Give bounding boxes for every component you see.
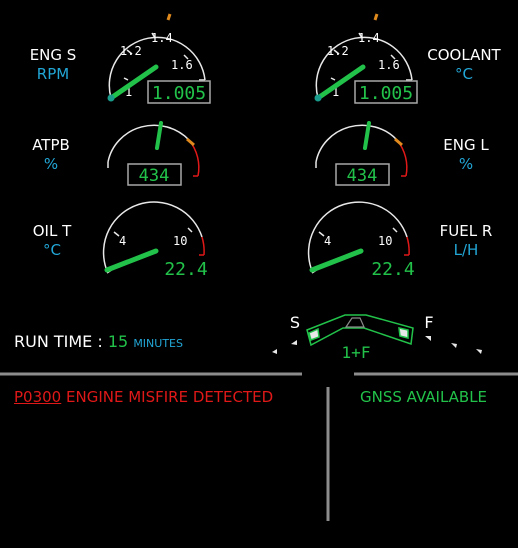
trim-readout: 1+F xyxy=(342,343,371,362)
gnss-status: GNSS AVAILABLE xyxy=(360,388,488,406)
fuel-r-unit: L/H xyxy=(453,241,479,259)
coolant-needle-hub xyxy=(314,94,322,102)
coolant-tick-1-4: 1.4 xyxy=(358,31,380,45)
coolant-readout: 1.005 xyxy=(359,83,413,104)
atpb-readout: 434 xyxy=(139,166,170,186)
eng-s-tick-1-6: 1.6 xyxy=(171,58,193,72)
run-time-value: 15 xyxy=(107,332,129,351)
alert-code-link[interactable]: P0300 xyxy=(14,388,61,406)
trim-right-flap xyxy=(398,327,409,339)
oil-t-gauge: 4 10 22.4 xyxy=(102,201,208,280)
eng-s-tick-1-4: 1.4 xyxy=(151,31,173,45)
fuel-r-tick-10: 10 xyxy=(378,234,392,248)
eng-l-unit: % xyxy=(458,155,474,173)
trim-tick-3 xyxy=(425,336,431,341)
oil-t-unit: °C xyxy=(43,241,61,259)
oil-t-readout: 22.4 xyxy=(164,259,207,280)
coolant-needle xyxy=(315,64,366,101)
trim-tick-4 xyxy=(451,343,457,348)
fuel-r-gauge: 4 10 22.4 xyxy=(307,201,415,280)
eng-l-gauge: 434 xyxy=(315,121,408,186)
trim-tick-5 xyxy=(476,349,482,354)
atpb-caution-mark xyxy=(186,137,195,147)
trim-left-flap xyxy=(308,327,320,341)
eng-l-title: ENG L xyxy=(443,136,489,154)
eng-s-tick-1-2: 1.2 xyxy=(120,44,142,58)
eng-s-readout: 1.005 xyxy=(152,83,206,104)
oil-t-tick-10: 10 xyxy=(173,234,187,248)
eng-s-caution-mark xyxy=(166,13,172,21)
eng-s-needle-hub xyxy=(107,94,115,102)
coolant-caution-mark xyxy=(373,13,379,21)
atpb-gauge: 434 xyxy=(107,121,200,186)
alert-text: ENGINE MISFIRE DETECTED xyxy=(66,388,274,406)
coolant-title: COOLANT xyxy=(427,46,501,64)
atpb-unit: % xyxy=(43,155,59,173)
eng-s-needle xyxy=(108,64,159,101)
coolant-tick-1-6: 1.6 xyxy=(378,58,400,72)
eng-l-needle xyxy=(363,121,371,150)
alert-message: P0300 ENGINE MISFIRE DETECTED xyxy=(14,388,273,406)
fuel-r-title: FUEL R xyxy=(439,222,493,240)
trim-indicator: S F 1+F xyxy=(272,313,482,362)
fuel-r-readout: 22.4 xyxy=(371,259,414,280)
eng-l-caution-mark xyxy=(394,137,403,147)
trim-center-mark xyxy=(344,317,365,328)
oil-t-tick-4: 4 xyxy=(119,234,126,248)
run-time: RUN TIME : 15 MINUTES xyxy=(14,332,183,351)
eng-s-unit: RPM xyxy=(36,65,70,83)
trim-right-label: F xyxy=(424,313,433,332)
fuel-r-needle xyxy=(309,248,364,273)
eng-s-title: ENG S xyxy=(29,46,77,64)
coolant-tick-1-2: 1.2 xyxy=(327,44,349,58)
trim-wing-outline xyxy=(306,314,414,347)
run-time-unit: MINUTES xyxy=(133,337,183,350)
coolant-unit: °C xyxy=(455,65,473,83)
oil-t-needle xyxy=(104,248,159,273)
eng-l-readout: 434 xyxy=(347,166,378,186)
run-time-label: RUN TIME : xyxy=(14,332,103,351)
trim-left-label: S xyxy=(290,313,300,332)
atpb-title: ATPB xyxy=(32,136,70,154)
trim-tick-1 xyxy=(272,349,277,354)
fuel-r-tick-4: 4 xyxy=(324,234,331,248)
trim-tick-2 xyxy=(291,340,297,345)
atpb-needle xyxy=(155,121,163,150)
oil-t-title: OIL T xyxy=(32,222,72,240)
eng-s-gauge: 1 1.2 1.4 1.6 1.005 xyxy=(107,13,211,104)
coolant-gauge: 1 1.2 1.4 1.6 1.005 xyxy=(314,13,418,104)
